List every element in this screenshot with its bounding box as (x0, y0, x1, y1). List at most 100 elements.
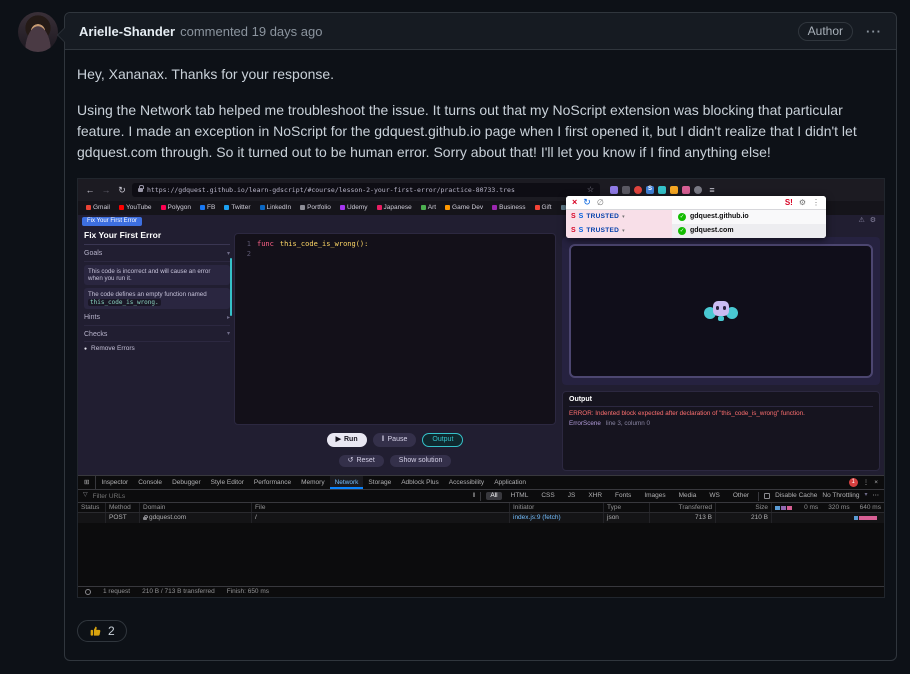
devtools-close-icon[interactable]: × (874, 479, 878, 487)
column-status[interactable]: Status (78, 503, 106, 512)
block-icon[interactable]: ∅ (597, 198, 604, 208)
har-menu-icon[interactable]: ⋯ (873, 492, 880, 500)
kebab-menu-button[interactable]: ··· (866, 24, 882, 39)
bookmark-item[interactable]: Game Dev (445, 204, 483, 212)
bookmark-item[interactable]: Gift (535, 204, 552, 212)
forward-button[interactable]: → (100, 185, 112, 196)
more-options-icon[interactable]: ⋮ (812, 198, 820, 208)
bookmark-item[interactable]: LinkedIn (260, 204, 292, 212)
tab-performance[interactable]: Performance (249, 476, 296, 489)
column-size[interactable]: Size (716, 503, 772, 512)
bookmark-item[interactable]: Twitter (224, 204, 250, 212)
bookmark-item[interactable]: Art (421, 204, 436, 212)
noscript-trusted-icon: S (579, 227, 584, 235)
gear-icon[interactable]: ⚙ (799, 198, 806, 208)
extension-icon[interactable] (622, 186, 630, 194)
tab-console[interactable]: Console (133, 476, 167, 489)
error-count-badge[interactable]: 1 (849, 478, 858, 487)
performance-analysis-icon[interactable] (85, 589, 91, 595)
reaction-button[interactable]: 2 (77, 620, 127, 642)
pause-recording-icon[interactable]: ‖ (473, 492, 476, 500)
tab-memory[interactable]: Memory (296, 476, 329, 489)
filter-all[interactable]: All (486, 492, 501, 500)
close-icon[interactable]: × (572, 197, 577, 208)
url-input[interactable] (147, 186, 583, 194)
trust-selector[interactable]: S S TRUSTED ▾ (566, 210, 672, 224)
output-toggle-button[interactable]: Output (422, 433, 463, 447)
adblock-icon[interactable] (634, 186, 642, 194)
column-initiator[interactable]: Initiator (510, 503, 604, 512)
column-file[interactable]: File (252, 503, 510, 512)
bookmark-item[interactable]: FB (200, 204, 215, 212)
bookmark-item[interactable]: Gmail (86, 204, 110, 212)
tab-storage[interactable]: Storage (363, 476, 396, 489)
extension-icon[interactable] (670, 186, 678, 194)
tab-inspector[interactable]: Inspector (96, 476, 133, 489)
lesson-breadcrumb[interactable]: Fix Your First Error (82, 217, 142, 226)
tab-network[interactable]: Network (330, 476, 364, 489)
reload-button[interactable]: ↻ (116, 185, 128, 196)
back-button[interactable]: ← (84, 185, 96, 196)
extension-icon[interactable] (610, 186, 618, 194)
extension-icon[interactable] (682, 186, 690, 194)
tab-application[interactable]: Application (489, 476, 531, 489)
goals-section-header[interactable]: Goals ▾ (84, 250, 230, 261)
trust-selector[interactable]: S S TRUSTED ▾ (566, 224, 672, 238)
bookmark-item[interactable]: Portfolio (300, 204, 331, 212)
bookmark-item[interactable]: YouTube (119, 204, 152, 212)
run-label: Run (344, 436, 358, 444)
filter-urls-input[interactable] (93, 493, 165, 500)
bookmark-item[interactable]: Polygon (161, 204, 192, 212)
filter-other[interactable]: Other (729, 492, 753, 500)
checks-section-header[interactable]: Checks ▾ (84, 331, 230, 342)
show-solution-button[interactable]: Show solution (390, 455, 452, 467)
tab-adblock-plus[interactable]: Adblock Plus (396, 476, 444, 489)
filter-fonts[interactable]: Fonts (611, 492, 635, 500)
filter-images[interactable]: Images (640, 492, 669, 500)
tab-style-editor[interactable]: Style Editor (206, 476, 249, 489)
favicon (535, 205, 540, 210)
author-name[interactable]: Arielle-Shander (79, 24, 175, 39)
throttling-select[interactable]: No Throttling (822, 492, 859, 500)
bookmark-item[interactable]: Japanese (377, 204, 412, 212)
column-type[interactable]: Type (604, 503, 650, 512)
extension-icon[interactable] (658, 186, 666, 194)
column-domain[interactable]: Domain (140, 503, 252, 512)
code-editor[interactable]: 1 func this_code_is_wrong(): 2 (234, 233, 556, 425)
filter-css[interactable]: CSS (537, 492, 558, 500)
column-timeline[interactable]: 0 ms 320 ms 640 ms (772, 503, 884, 512)
filter-ws[interactable]: WS (705, 492, 723, 500)
disable-cache-checkbox[interactable] (764, 493, 770, 499)
hints-section-header[interactable]: Hints ▸ (84, 314, 230, 325)
account-icon[interactable] (694, 186, 702, 194)
bookmark-item[interactable]: Business (492, 204, 525, 212)
bookmark-star-icon[interactable]: ☆ (587, 185, 594, 195)
bookmark-item[interactable]: Udemy (340, 204, 368, 212)
run-button[interactable]: ▶ Run (327, 433, 367, 447)
avatar[interactable] (18, 12, 58, 52)
reload-icon[interactable]: ↻ (583, 197, 591, 208)
comment-timestamp[interactable]: commented 19 days ago (180, 24, 322, 39)
noscript-icon[interactable]: S (646, 186, 654, 194)
initiator-link[interactable]: index.js:9 (fetch) (513, 514, 561, 522)
column-transferred[interactable]: Transferred (650, 503, 716, 512)
devtools-menu-icon[interactable]: ⋮ (863, 479, 870, 487)
network-request-row[interactable]: POST gdquest.com / index.js:9 (fetch) js… (78, 513, 884, 523)
filter-js[interactable]: JS (564, 492, 580, 500)
filter-xhr[interactable]: XHR (584, 492, 606, 500)
column-method[interactable]: Method (106, 503, 140, 512)
settings-icon[interactable]: ⚙ (870, 217, 876, 225)
sidebar-scrollbar[interactable] (230, 258, 232, 316)
menu-button[interactable]: ≡ (706, 185, 718, 196)
filter-media[interactable]: Media (675, 492, 701, 500)
reset-button[interactable]: ↺ Reset (339, 455, 384, 467)
url-bar[interactable]: ☆ (132, 183, 600, 197)
report-issue-icon[interactable]: ⚠ (858, 217, 864, 225)
tab-debugger[interactable]: Debugger (167, 476, 206, 489)
embedded-screenshot[interactable]: ← → ↻ ☆ S ≡ (77, 178, 885, 598)
pause-button[interactable]: ‖ Pause (373, 433, 417, 447)
filter-html[interactable]: HTML (507, 492, 533, 500)
paragraph-2: Using the Network tab helped me troubles… (77, 100, 884, 163)
tab-accessibility[interactable]: Accessibility (444, 476, 489, 489)
pick-element-icon[interactable]: ⊞ (78, 476, 96, 489)
